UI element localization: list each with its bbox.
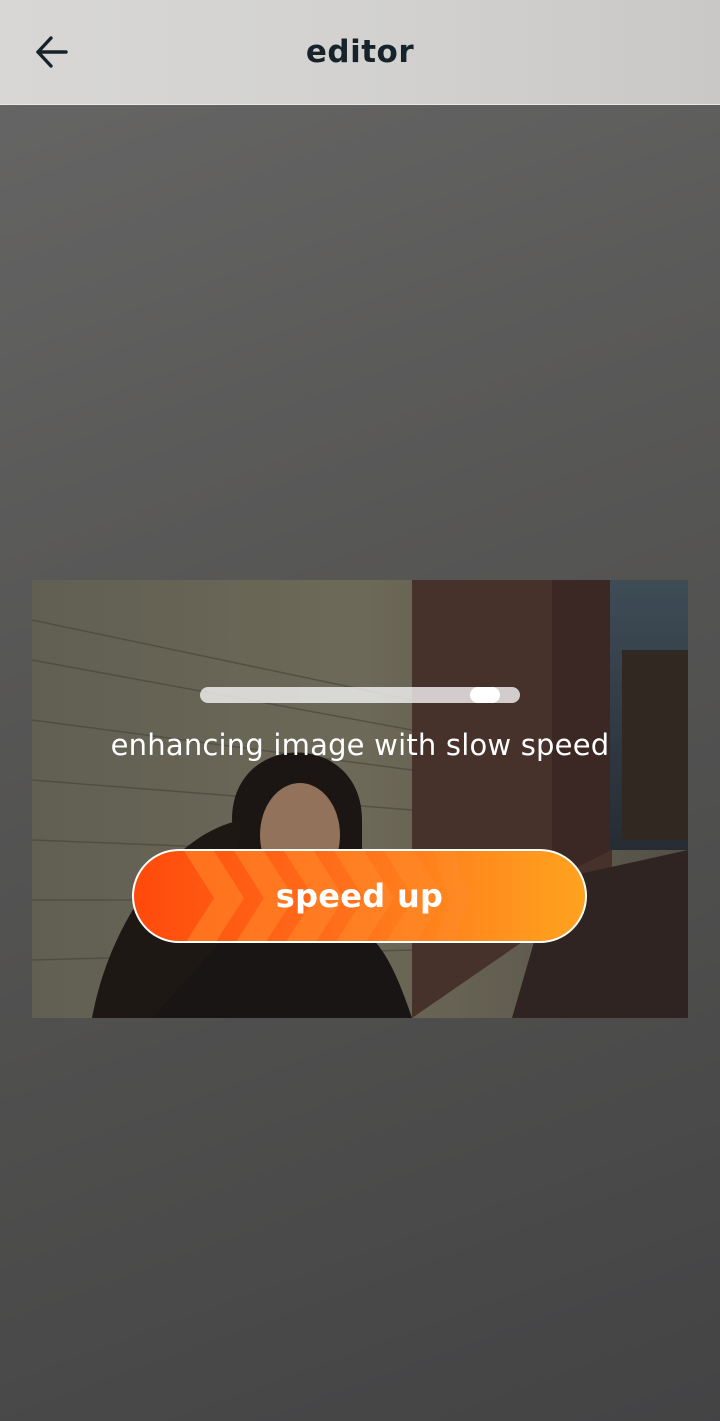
speed-up-label: speed up — [275, 877, 444, 915]
page-title: editor — [305, 34, 415, 70]
status-message: enhancing image with slow speed — [110, 728, 610, 762]
speed-up-button[interactable]: speed up — [132, 849, 587, 943]
photo-dim-overlay — [32, 580, 688, 1018]
editor-screen: editor enhancing image with slow speed s… — [0, 0, 720, 1421]
progress-bar — [200, 687, 520, 703]
image-preview: enhancing image with slow speed speed up — [32, 580, 688, 1018]
top-app-bar: editor — [0, 0, 720, 105]
back-button[interactable] — [22, 22, 82, 82]
arrow-left-icon — [36, 36, 68, 68]
progress-indicator — [470, 687, 500, 703]
